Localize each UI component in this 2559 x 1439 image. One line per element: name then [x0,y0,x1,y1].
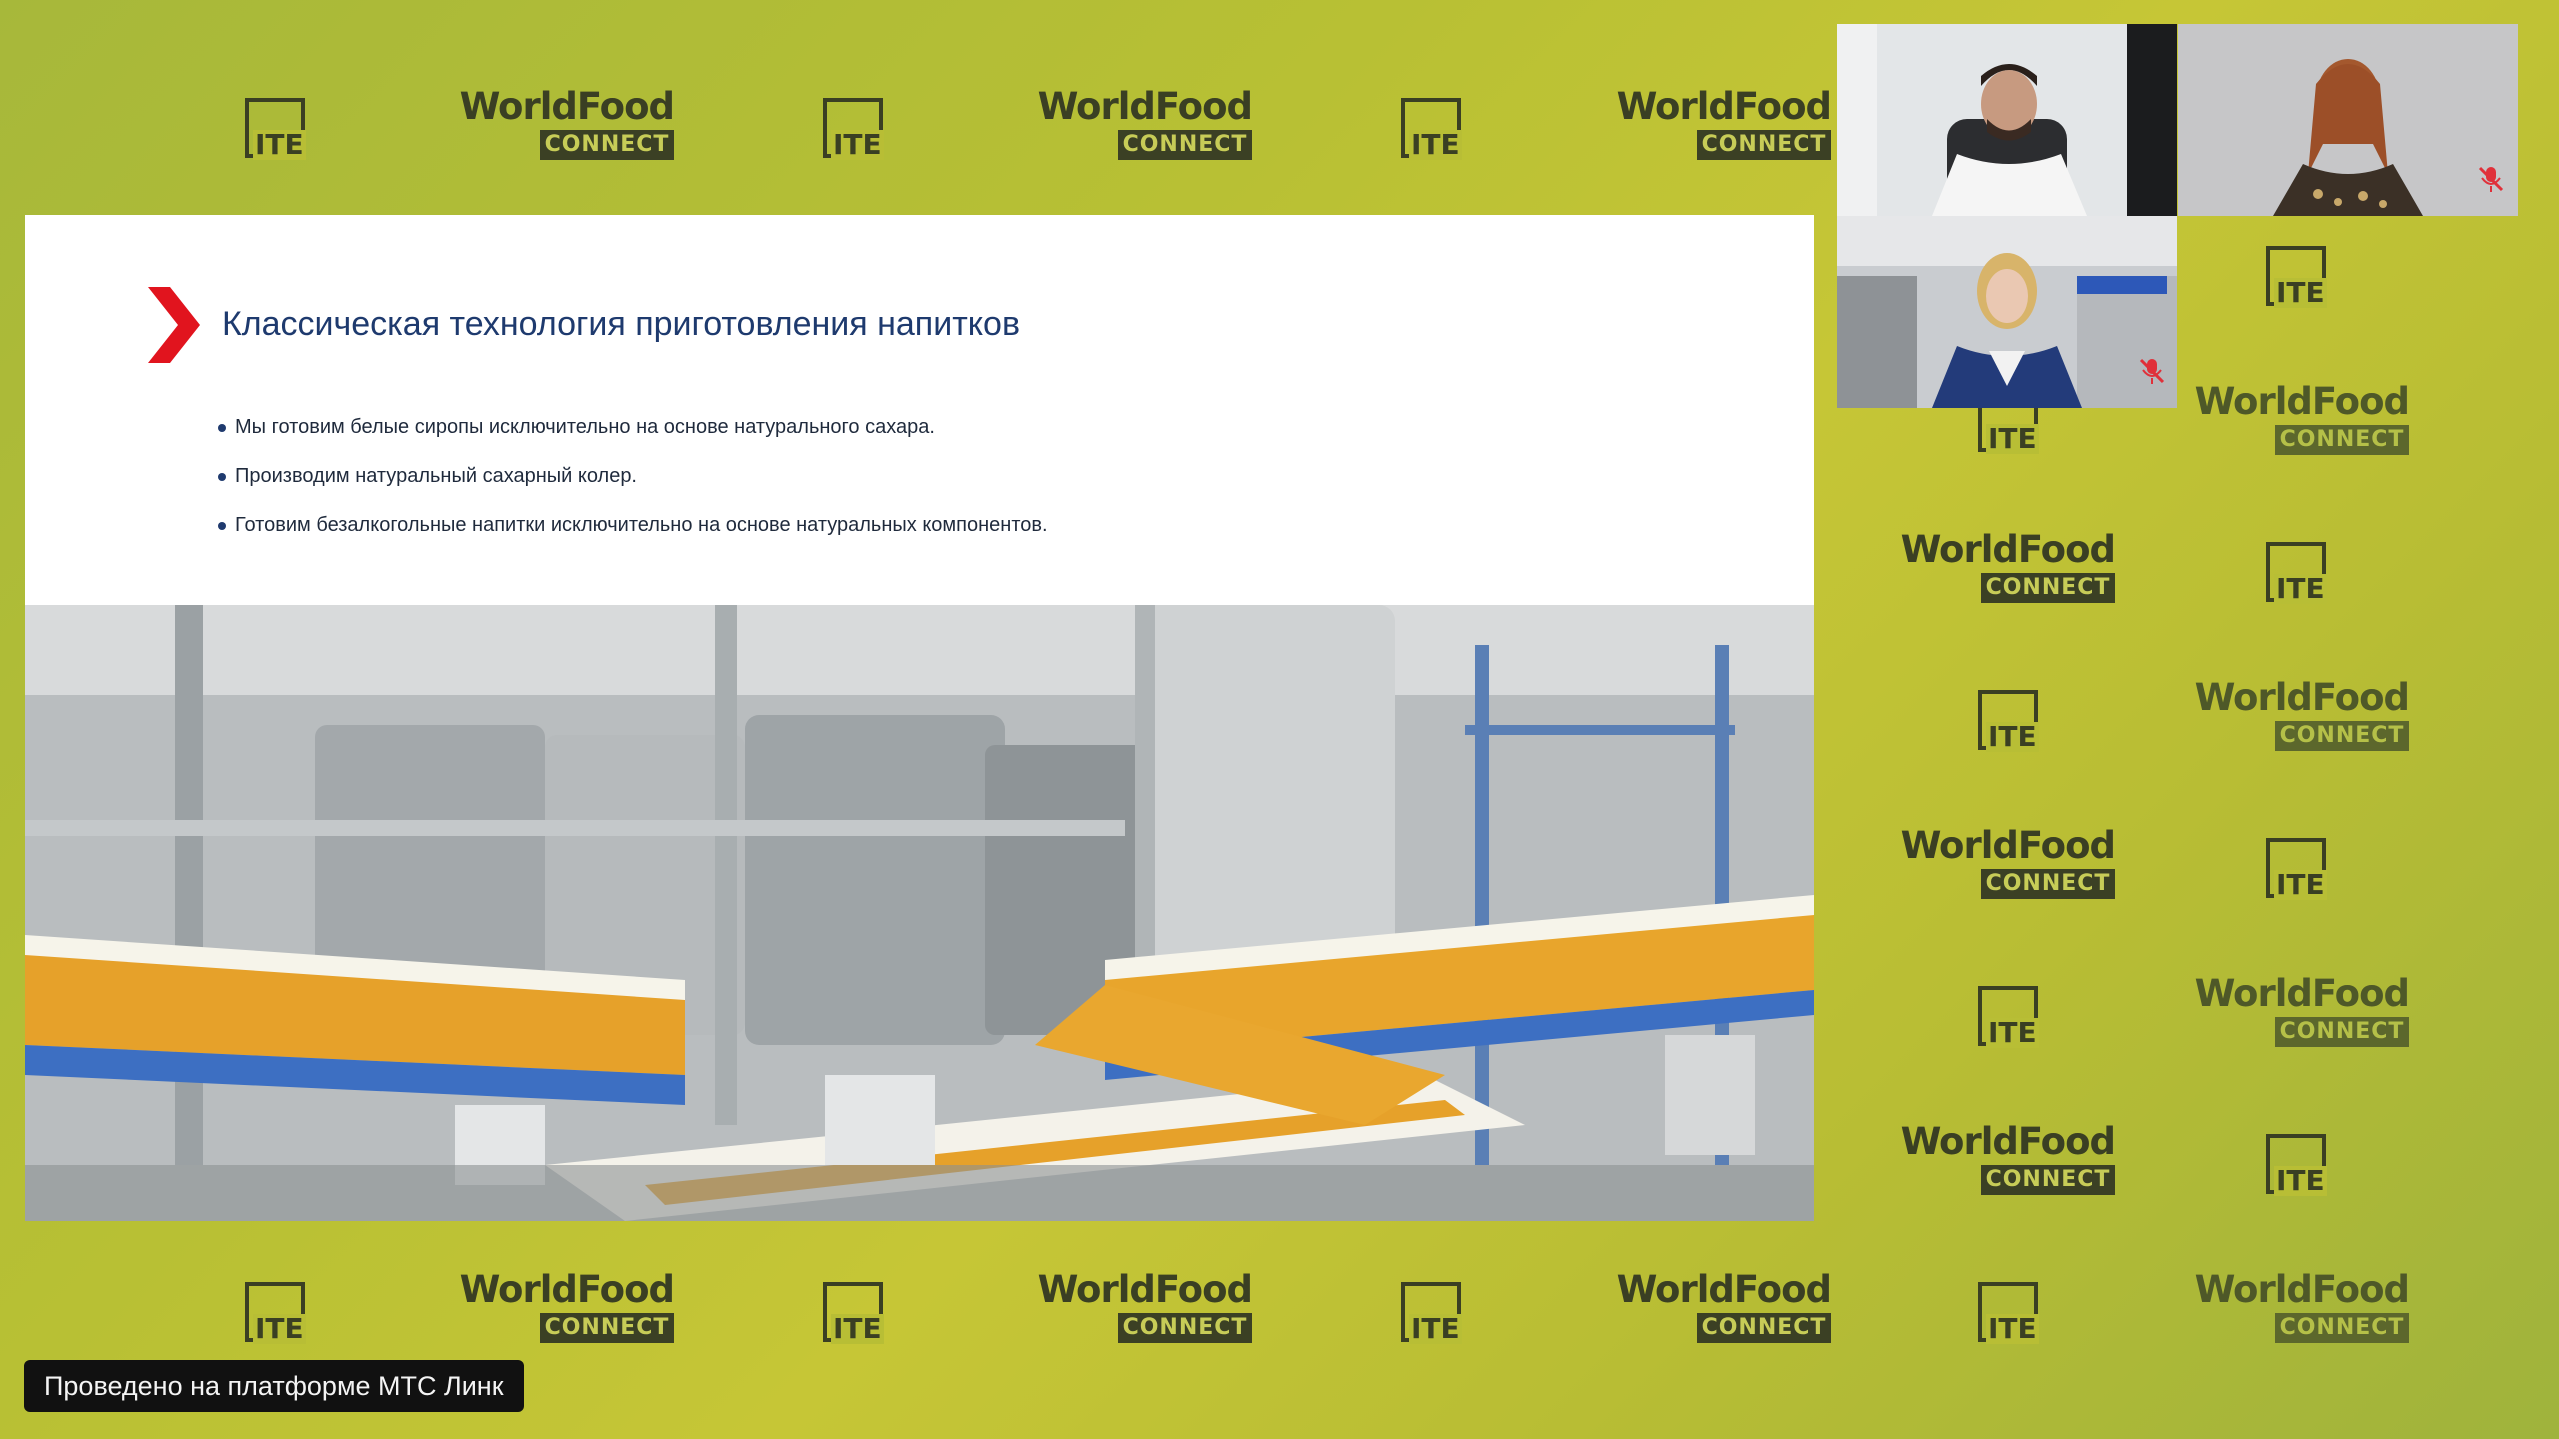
worldfood-logo: WorldFood CONNECT [1893,824,2116,904]
worldfood-logo: WorldFood CONNECT [1030,1268,1253,1348]
ite-logo: ITE [2266,246,2327,308]
ite-logo: ITE [1401,1282,1462,1344]
participant-video-tile[interactable] [1837,24,2177,216]
slide-bullet-list: Мы готовим белые сиропы исключительно на… [215,403,1048,550]
slide-title: Классическая технология приготовления на… [222,305,1021,343]
slide-bullet: Производим натуральный сахарный колер. [215,452,1048,501]
presentation-slide: Классическая технология приготовления на… [25,215,1814,1221]
ite-logo: ITE [2266,838,2327,900]
slide-bullet: Мы готовим белые сиропы исключительно на… [215,403,1048,452]
worldfood-logo: WorldFood CONNECT [452,85,675,165]
ite-logo: ITE [1978,986,2039,1048]
ite-logo: ITE [823,1282,884,1344]
ite-logo: ITE [1978,1282,2039,1344]
chevron-right-icon [148,287,200,363]
participant-video-tile[interactable] [2178,24,2518,216]
camera-feed-man [1837,24,2177,216]
participant-video-tile[interactable] [1837,216,2177,408]
camera-feed-woman-red-hair [2178,24,2518,216]
ite-logo: ITE [1401,98,1462,160]
worldfood-logo: WorldFood CONNECT [1609,1268,1832,1348]
mic-muted-icon [2478,166,2504,192]
ite-logo: ITE [2266,1134,2327,1196]
worldfood-logo: WorldFood CONNECT [1030,85,1253,165]
ite-logo: ITE [823,98,884,160]
worldfood-logo: WorldFood CONNECT [452,1268,675,1348]
slide-header: Классическая технология приготовления на… [25,215,1814,603]
worldfood-logo: WorldFood CONNECT [1893,1120,2116,1200]
ite-logo: ITE [245,98,306,160]
worldfood-logo: WorldFood CONNECT [2187,1268,2410,1348]
worldfood-logo: WorldFood CONNECT [2187,972,2410,1052]
ite-logo: ITE [2266,542,2327,604]
ite-logo: ITE [245,1282,306,1344]
worldfood-logo: WorldFood CONNECT [2187,676,2410,756]
beverage-bottling-line-photo [25,605,1814,1221]
mic-muted-icon [2139,358,2165,384]
camera-feed-woman-blue-jacket [1837,216,2177,408]
ite-logo: ITE [1978,690,2039,752]
worldfood-logo: WorldFood CONNECT [1609,85,1832,165]
slide-bullet: Готовим безалкогольные напитки исключите… [215,501,1048,550]
worldfood-logo: WorldFood CONNECT [1893,528,2116,608]
platform-badge: Проведено на платформе МТС Линк [24,1360,524,1412]
worldfood-logo: WorldFood CONNECT [2187,380,2410,460]
